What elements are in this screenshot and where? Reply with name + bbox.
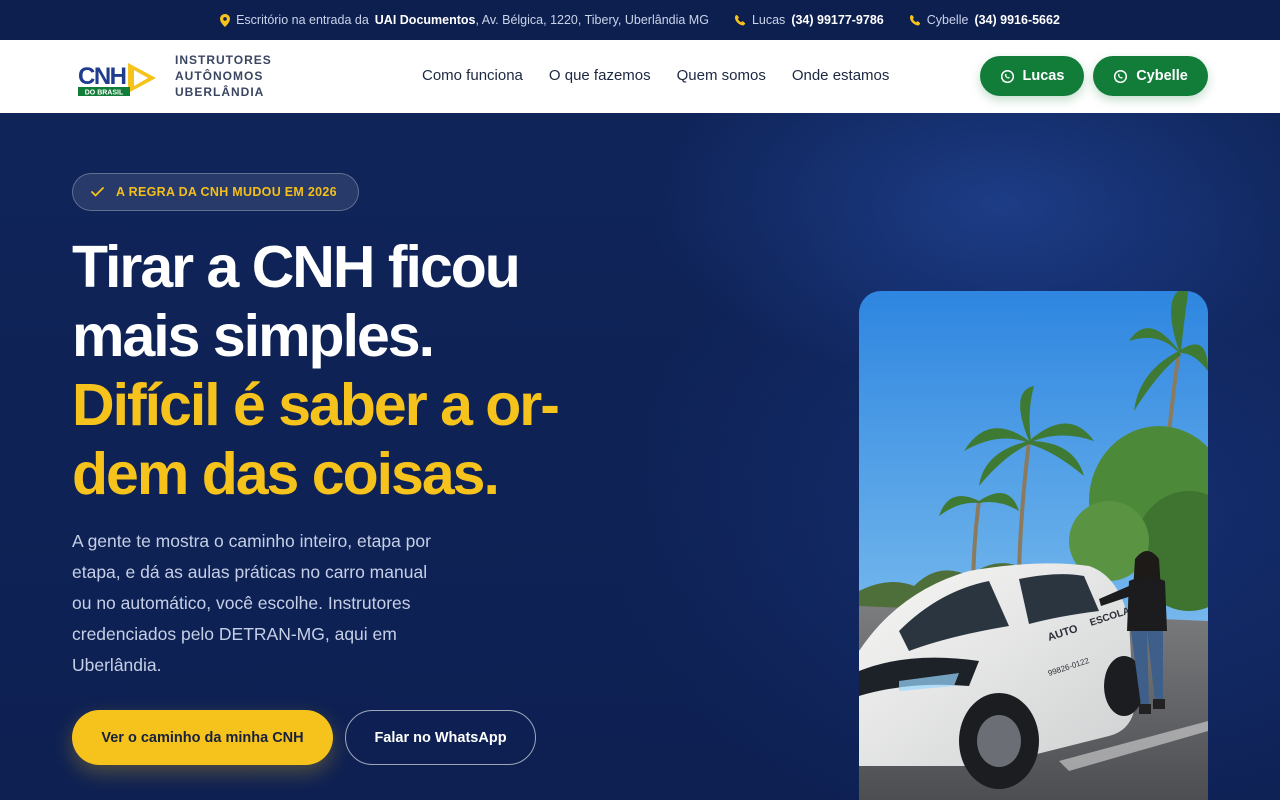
address-prefix: Escritório na entrada da <box>236 13 369 27</box>
top-info-bar: Escritório na entrada da UAI Documentos,… <box>0 0 1280 40</box>
cnh-logo[interactable]: CNH DO BRASIL <box>76 57 160 99</box>
phone-cybelle-number: (34) 9916-5662 <box>974 13 1060 27</box>
phone-lucas-number: (34) 99177-9786 <box>791 13 884 27</box>
location-pin-icon <box>220 13 231 27</box>
headline-line-1: Tirar a CNH ficou <box>72 234 521 300</box>
main-nav: Como funciona O que fazemos Quem somos O… <box>422 67 889 84</box>
headline-line-4: dem das coisas. <box>72 441 500 507</box>
headline-line-3: Difícil é saber a or- <box>72 372 560 438</box>
nav-como-funciona[interactable]: Como funciona <box>422 67 523 84</box>
whatsapp-cybelle-button[interactable]: Cybelle <box>1093 56 1208 96</box>
whatsapp-lucas-label: Lucas <box>1022 68 1065 84</box>
phone-cybelle-link[interactable]: Cybelle (34) 9916-5662 <box>909 13 1060 27</box>
whatsapp-cybelle-label: Cybelle <box>1136 68 1188 84</box>
whatsapp-lucas-button[interactable]: Lucas <box>980 56 1084 96</box>
whatsapp-icon <box>1000 69 1014 83</box>
whatsapp-icon <box>1114 69 1128 83</box>
logo-wordmark: INSTRUTORES AUTÔNOMOS UBERLÂNDIA <box>175 52 272 100</box>
badge-text: A REGRA DA CNH MUDOU EM 2026 <box>116 185 337 199</box>
address-info: Escritório na entrada da UAI Documentos,… <box>220 13 709 27</box>
site-header: CNH DO BRASIL INSTRUTORES AUTÔNOMOS UBER… <box>0 40 1280 113</box>
address-rest: , Av. Bélgica, 1220, Tibery, Uberlândia … <box>475 13 709 27</box>
nav-o-que-fazemos[interactable]: O que fazemos <box>549 67 651 84</box>
instructor-car-photo: AUTO ESCOLA 99826-0122 <box>859 291 1208 800</box>
phone-icon <box>909 14 920 25</box>
logo-line-2: AUTÔNOMOS <box>175 69 264 83</box>
logo-sub-text: DO BRASIL <box>85 90 124 97</box>
check-icon <box>91 187 104 197</box>
nav-quem-somos[interactable]: Quem somos <box>677 67 766 84</box>
logo-cnh-text: CNH <box>78 63 126 90</box>
logo-line-1: INSTRUTORES <box>175 53 272 67</box>
phone-lucas-name: Lucas <box>751 13 786 27</box>
logo-line-3: UBERLÂNDIA <box>175 85 265 99</box>
rule-change-badge: A REGRA DA CNH MUDOU EM 2026 <box>72 173 359 211</box>
hero-headline: Tirar a CNH ficou mais simples. Difícil … <box>72 233 560 509</box>
phone-cybelle-name: Cybelle <box>926 13 969 27</box>
phone-lucas-link[interactable]: Lucas (34) 99177-9786 <box>734 13 884 27</box>
address-strong: UAI Documentos <box>374 13 476 27</box>
see-my-cnh-path-button[interactable]: Ver o caminho da minha CNH <box>72 710 333 765</box>
hero-section: A REGRA DA CNH MUDOU EM 2026 Tirar a CNH… <box>0 113 1280 800</box>
talk-on-whatsapp-button[interactable]: Falar no WhatsApp <box>345 710 536 765</box>
hero-description: A gente te mostra o caminho inteiro, eta… <box>72 531 431 675</box>
phone-icon <box>734 14 746 25</box>
nav-onde-estamos[interactable]: Onde estamos <box>792 67 890 84</box>
headline-line-2: mais simples. <box>72 303 435 369</box>
